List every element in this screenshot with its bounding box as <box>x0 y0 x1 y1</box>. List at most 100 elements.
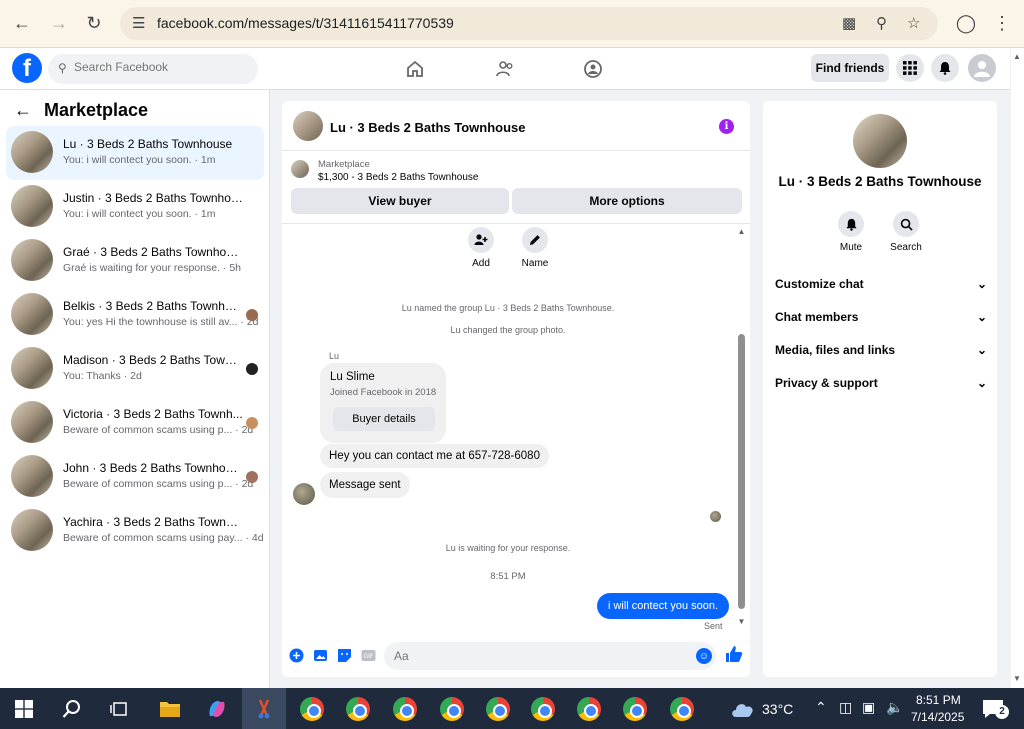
find-friends-button[interactable]: Find friends <box>811 54 889 82</box>
clock-date[interactable]: 7/14/2025 <box>911 710 964 724</box>
windows-taskbar: 33°C ⌃ ◫ ▣ 🔈 8:51 PM 7/14/2025 2 <box>0 688 1024 729</box>
listing-price-title[interactable]: $1,300 - 3 Beds 2 Baths Townhouse <box>318 172 478 183</box>
notifications-bell-icon[interactable] <box>931 54 959 82</box>
message-input[interactable] <box>384 642 716 670</box>
chrome-profile-icon[interactable] <box>343 694 373 724</box>
chrome-profile-icon[interactable] <box>297 694 327 724</box>
conversation-item[interactable]: Graé · 3 Beds 2 Baths Townhouse Graé is … <box>6 234 264 288</box>
zoom-icon[interactable]: ⚲ <box>876 14 887 32</box>
copilot-icon[interactable] <box>202 694 232 724</box>
snipping-tool-icon[interactable] <box>249 694 279 724</box>
chat-title[interactable]: Lu · 3 Beds 2 Baths Townhouse <box>330 120 526 135</box>
search-icon[interactable] <box>57 694 87 724</box>
buyer-details-button[interactable]: Buyer details <box>333 407 435 431</box>
scroll-down-icon[interactable]: ▼ <box>1013 674 1021 683</box>
chrome-profile-icon[interactable] <box>667 694 697 724</box>
windows-start-icon[interactable] <box>9 694 39 724</box>
scroll-down-icon[interactable]: ▼ <box>737 617 746 626</box>
conversation-item[interactable]: Justin · 3 Beds 2 Baths Townhouse You: i… <box>6 180 264 234</box>
bookmark-star-icon[interactable]: ☆ <box>907 14 920 32</box>
chevron-up-icon[interactable]: ⌃ <box>815 699 827 716</box>
install-app-icon[interactable]: ▩ <box>842 14 856 32</box>
info-icon[interactable]: i <box>719 119 734 134</box>
chevron-down-icon: ⌄ <box>976 343 987 357</box>
conversation-item[interactable]: Belkis · 3 Beds 2 Baths Townhouse You: y… <box>6 288 264 342</box>
plus-circle-icon[interactable] <box>288 647 304 663</box>
add-member-button[interactable]: Add <box>461 227 501 269</box>
account-avatar-icon[interactable] <box>968 54 996 82</box>
add-person-icon <box>468 227 494 253</box>
conversation-name: John · 3 Beds 2 Baths Townhouse <box>63 461 243 475</box>
menu-grid-icon[interactable] <box>896 54 924 82</box>
friends-icon[interactable] <box>492 56 518 82</box>
chat-members-row[interactable]: Chat members ⌄ <box>775 306 987 328</box>
scroll-up-icon[interactable]: ▲ <box>737 227 746 236</box>
conversation-name: Yachira · 3 Beds 2 Baths Townhouse <box>63 515 243 529</box>
conversation-sidebar: ← Marketplace Lu · 3 Beds 2 Baths Townho… <box>0 90 270 688</box>
site-info-icon[interactable]: ☰ <box>132 14 145 32</box>
page-scrollbar[interactable]: ▲ ▼ <box>1011 48 1024 688</box>
home-icon[interactable] <box>402 56 428 82</box>
profile-icon[interactable]: ◯ <box>953 10 979 36</box>
reload-icon[interactable]: ↻ <box>81 10 107 36</box>
groups-icon[interactable] <box>580 56 606 82</box>
conversation-item[interactable]: Lu · 3 Beds 2 Baths Townhouse You: i wil… <box>6 126 264 180</box>
received-message[interactable]: Hey you can contact me at 657-728-6080 <box>320 444 549 468</box>
facebook-logo-icon[interactable]: f <box>12 53 42 83</box>
chat-info-panel: Lu · 3 Beds 2 Baths Townhouse Mute Searc… <box>763 101 997 677</box>
name-group-button[interactable]: Name <box>515 227 555 269</box>
photo-icon[interactable] <box>312 647 328 663</box>
chrome-profile-icon[interactable] <box>574 694 604 724</box>
group-photo[interactable] <box>853 114 907 168</box>
chrome-profile-icon[interactable] <box>390 694 420 724</box>
search-conversation-button[interactable]: Search <box>883 211 929 253</box>
conversation-item[interactable]: Victoria · 3 Beds 2 Baths Townh... Bewar… <box>6 396 264 450</box>
waiting-status: Lu is waiting for your response. <box>445 543 571 553</box>
media-files-links-row[interactable]: Media, files and links ⌄ <box>775 339 987 361</box>
thumbs-up-icon[interactable] <box>725 645 743 668</box>
task-view-icon[interactable] <box>104 694 134 724</box>
sent-message[interactable]: i will contect you soon. <box>597 593 729 619</box>
sender-avatar[interactable] <box>293 483 315 505</box>
address-bar[interactable]: ☰ facebook.com/messages/t/31411615411770… <box>120 7 938 40</box>
chrome-profile-icon[interactable] <box>483 694 513 724</box>
thread-scrollbar[interactable]: ▲ ▼ <box>737 227 746 626</box>
section-label: Privacy & support <box>775 376 878 390</box>
gif-icon[interactable]: GIF <box>360 647 376 663</box>
back-arrow-icon[interactable]: ← <box>14 100 32 121</box>
view-buyer-button[interactable]: View buyer <box>291 188 509 214</box>
forward-arrow-icon[interactable]: → <box>46 10 72 36</box>
weather-temperature[interactable]: 33°C <box>762 701 793 717</box>
menu-dots-icon[interactable]: ⋮ <box>989 10 1015 36</box>
conversation-item[interactable]: Madison · 3 Beds 2 Baths Townh... You: T… <box>6 342 264 396</box>
scroll-up-icon[interactable]: ▲ <box>1013 52 1021 61</box>
meet-now-icon[interactable]: ◫ <box>839 699 852 716</box>
chat-avatar[interactable] <box>293 111 323 141</box>
received-message[interactable]: Message sent <box>320 472 410 498</box>
conversation-name: Justin · 3 Beds 2 Baths Townhouse <box>63 191 243 205</box>
more-options-button[interactable]: More options <box>512 188 742 214</box>
chrome-profile-icon[interactable] <box>620 694 650 724</box>
network-icon[interactable]: ▣ <box>862 699 875 716</box>
scroll-thumb[interactable] <box>738 334 745 609</box>
add-label: Add <box>472 258 490 269</box>
conversation-item[interactable]: Yachira · 3 Beds 2 Baths Townhouse Bewar… <box>6 504 264 558</box>
back-arrow-icon[interactable]: ← <box>9 10 35 36</box>
search-input[interactable] <box>74 60 244 74</box>
emoji-icon[interactable]: ☺ <box>696 648 712 664</box>
customize-chat-row[interactable]: Customize chat ⌄ <box>775 273 987 295</box>
conversation-item[interactable]: John · 3 Beds 2 Baths Townhouse Beware o… <box>6 450 264 504</box>
url-text[interactable]: facebook.com/messages/t/3141161541177053… <box>157 15 454 31</box>
chat-header: Lu · 3 Beds 2 Baths Townhouse i <box>282 101 750 151</box>
weather-cloud-icon[interactable] <box>728 694 758 724</box>
chrome-profile-icon[interactable] <box>437 694 467 724</box>
facebook-search[interactable]: ⚲ <box>48 54 258 84</box>
sticker-icon[interactable] <box>336 647 352 663</box>
mute-button[interactable]: Mute <box>828 211 874 253</box>
conversation-name: Lu · 3 Beds 2 Baths Townhouse <box>63 137 233 151</box>
volume-icon[interactable]: 🔈 <box>886 699 903 716</box>
chrome-profile-icon[interactable] <box>528 694 558 724</box>
file-explorer-icon[interactable] <box>155 694 185 724</box>
privacy-support-row[interactable]: Privacy & support ⌄ <box>775 372 987 394</box>
clock-time[interactable]: 8:51 PM <box>916 693 961 707</box>
